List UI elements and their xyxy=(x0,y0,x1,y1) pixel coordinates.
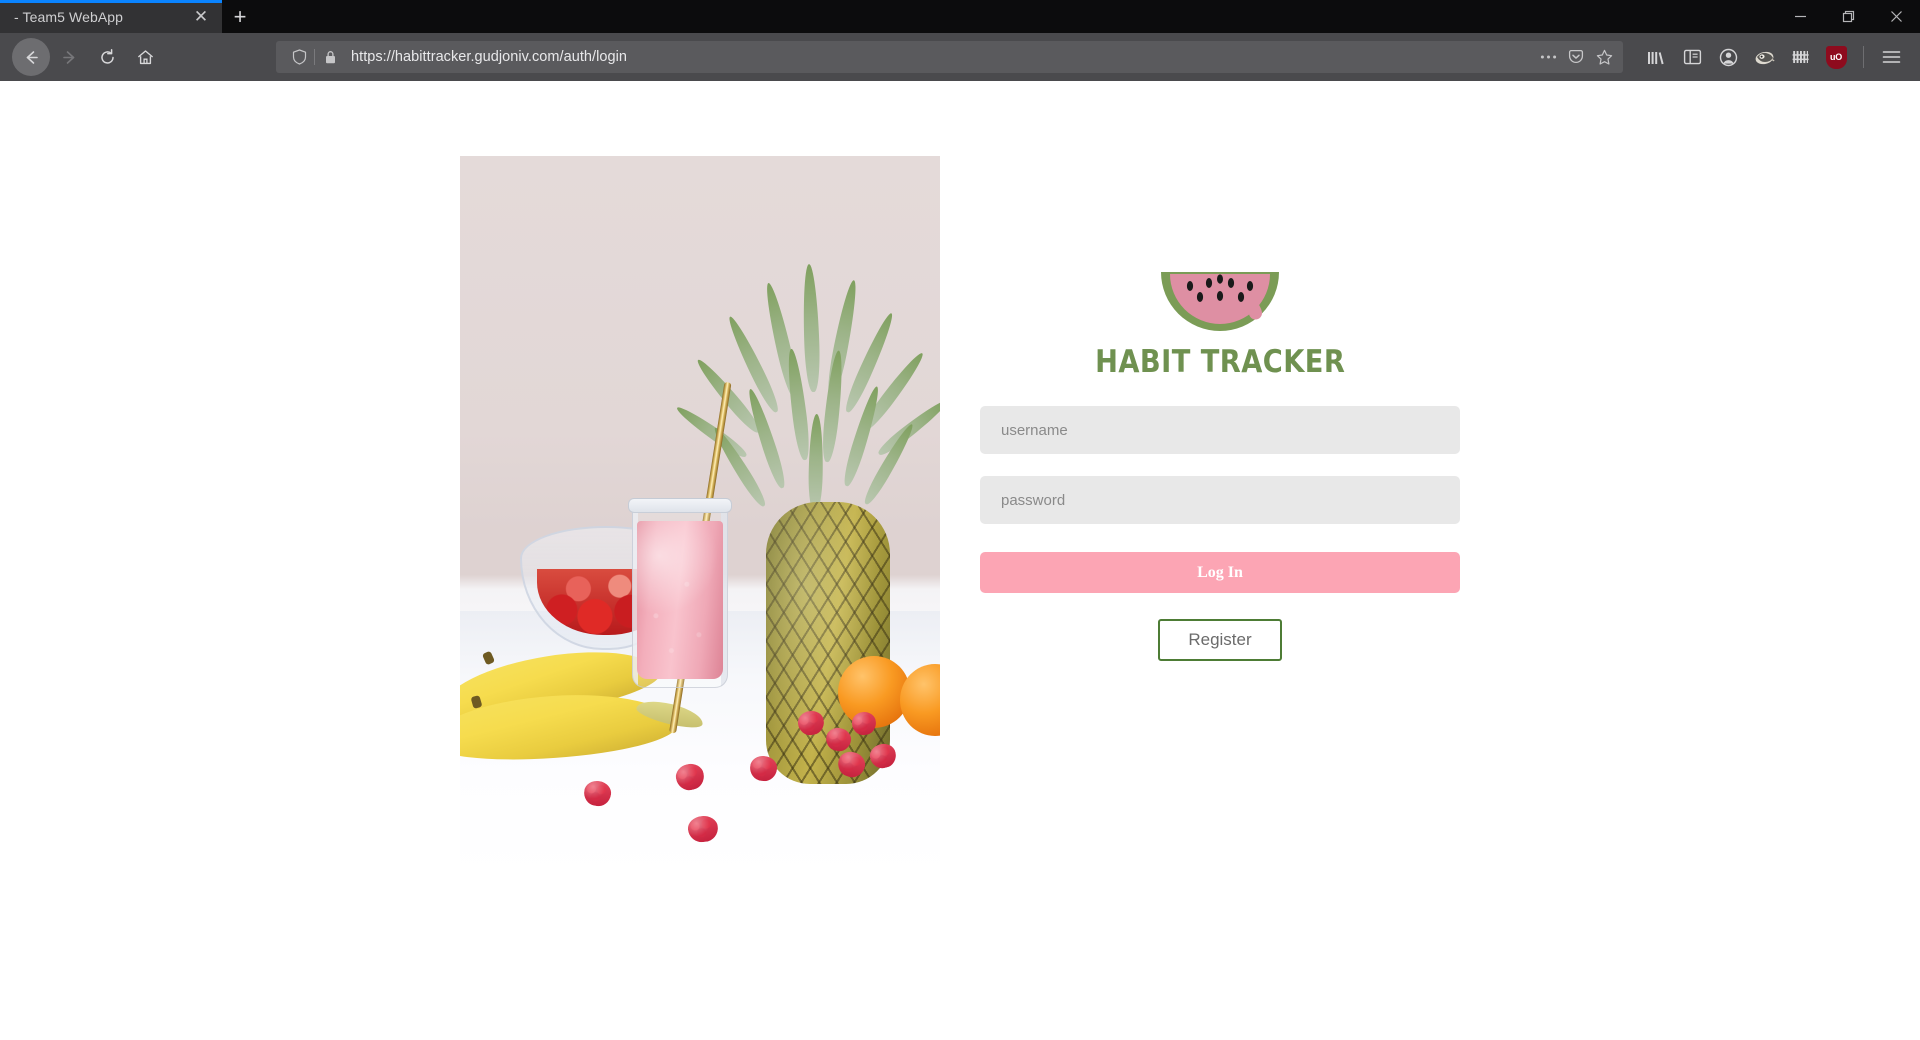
url-bar[interactable]: https://habittracker.gudjoniv.com/auth/l… xyxy=(276,41,1623,73)
username-input[interactable] xyxy=(980,406,1460,454)
badger-extension-icon[interactable] xyxy=(1747,40,1781,74)
back-button[interactable] xyxy=(12,38,50,76)
jar-rim xyxy=(628,498,732,513)
home-button[interactable] xyxy=(126,38,164,76)
tab-close-icon[interactable]: ✕ xyxy=(190,6,212,28)
browser-window: - Team5 WebApp ✕ + https://habittracker.… xyxy=(0,0,1920,1040)
navigation-toolbar: https://habittracker.gudjoniv.com/auth/l… xyxy=(0,33,1920,81)
reload-button[interactable] xyxy=(88,38,126,76)
url-bar-actions xyxy=(1535,44,1617,70)
brand-name: HABIT TRACKER xyxy=(1094,344,1346,380)
login-layout: HABIT TRACKER Log In Register xyxy=(0,81,1920,1040)
brand-logo: HABIT TRACKER xyxy=(1078,256,1362,380)
sidebar-icon[interactable] xyxy=(1675,40,1709,74)
browser-toolbar-right: uO xyxy=(1637,40,1908,74)
extension-badge[interactable]: uO xyxy=(1819,40,1853,74)
page-viewport: HABIT TRACKER Log In Register xyxy=(0,81,1920,1040)
smoothie-photo xyxy=(460,156,940,878)
smoothie-fill xyxy=(637,521,723,679)
minimize-button[interactable] xyxy=(1776,0,1824,33)
account-icon[interactable] xyxy=(1711,40,1745,74)
fences-extension-icon[interactable] xyxy=(1783,40,1817,74)
library-icon[interactable] xyxy=(1639,40,1673,74)
ellipsis-icon[interactable] xyxy=(1535,44,1561,70)
login-button[interactable]: Log In xyxy=(980,552,1460,593)
browser-tab[interactable]: - Team5 WebApp ✕ xyxy=(0,0,222,33)
url-divider xyxy=(314,49,315,65)
pocket-icon[interactable] xyxy=(1563,44,1589,70)
restore-button[interactable] xyxy=(1824,0,1872,33)
tracking-protection-shield-icon[interactable] xyxy=(286,44,312,70)
login-page: HABIT TRACKER Log In Register xyxy=(0,81,1920,1040)
register-row: Register xyxy=(980,619,1460,661)
title-bar: - Team5 WebApp ✕ + xyxy=(0,0,1920,33)
tab-title: - Team5 WebApp xyxy=(14,8,124,25)
toolbar-separator xyxy=(1863,46,1864,68)
login-panel: HABIT TRACKER Log In Register xyxy=(980,156,1460,661)
register-button[interactable]: Register xyxy=(1158,619,1282,661)
new-tab-button[interactable]: + xyxy=(222,0,258,33)
url-text[interactable]: https://habittracker.gudjoniv.com/auth/l… xyxy=(343,49,1535,65)
login-form: Log In Register xyxy=(980,406,1460,661)
padlock-icon[interactable] xyxy=(317,44,343,70)
star-icon[interactable] xyxy=(1591,44,1617,70)
watermelon-slice-icon xyxy=(1160,272,1279,331)
window-controls xyxy=(1776,0,1920,33)
forward-button[interactable] xyxy=(50,38,88,76)
hamburger-menu-icon[interactable] xyxy=(1874,40,1908,74)
smoothie-jar xyxy=(628,498,732,688)
extension-badge-label: uO xyxy=(1825,45,1847,69)
close-button[interactable] xyxy=(1872,0,1920,33)
password-input[interactable] xyxy=(980,476,1460,524)
